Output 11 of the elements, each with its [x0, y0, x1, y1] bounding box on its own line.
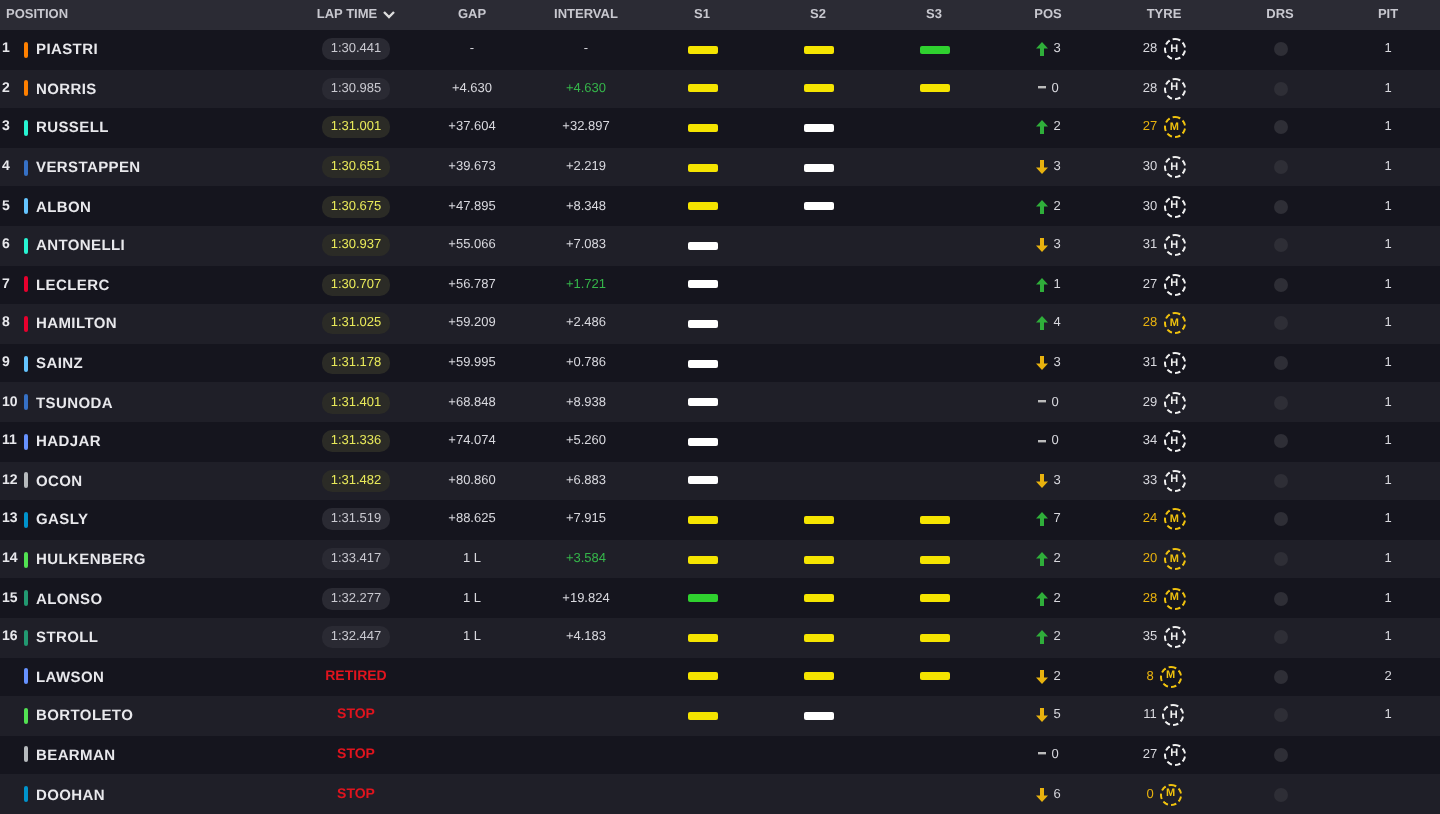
chevron-down-icon — [381, 10, 396, 20]
drs-indicator — [1273, 434, 1287, 449]
drs-indicator — [1273, 120, 1287, 135]
drs-indicator — [1273, 747, 1287, 762]
drs-indicator — [1273, 512, 1287, 527]
drs-indicator — [1273, 199, 1287, 214]
drs-indicator — [1273, 42, 1287, 57]
drs-indicator — [1273, 669, 1287, 684]
drs-indicator — [1273, 356, 1287, 371]
drs-indicator — [1273, 277, 1287, 292]
drs-indicator — [1273, 591, 1287, 606]
